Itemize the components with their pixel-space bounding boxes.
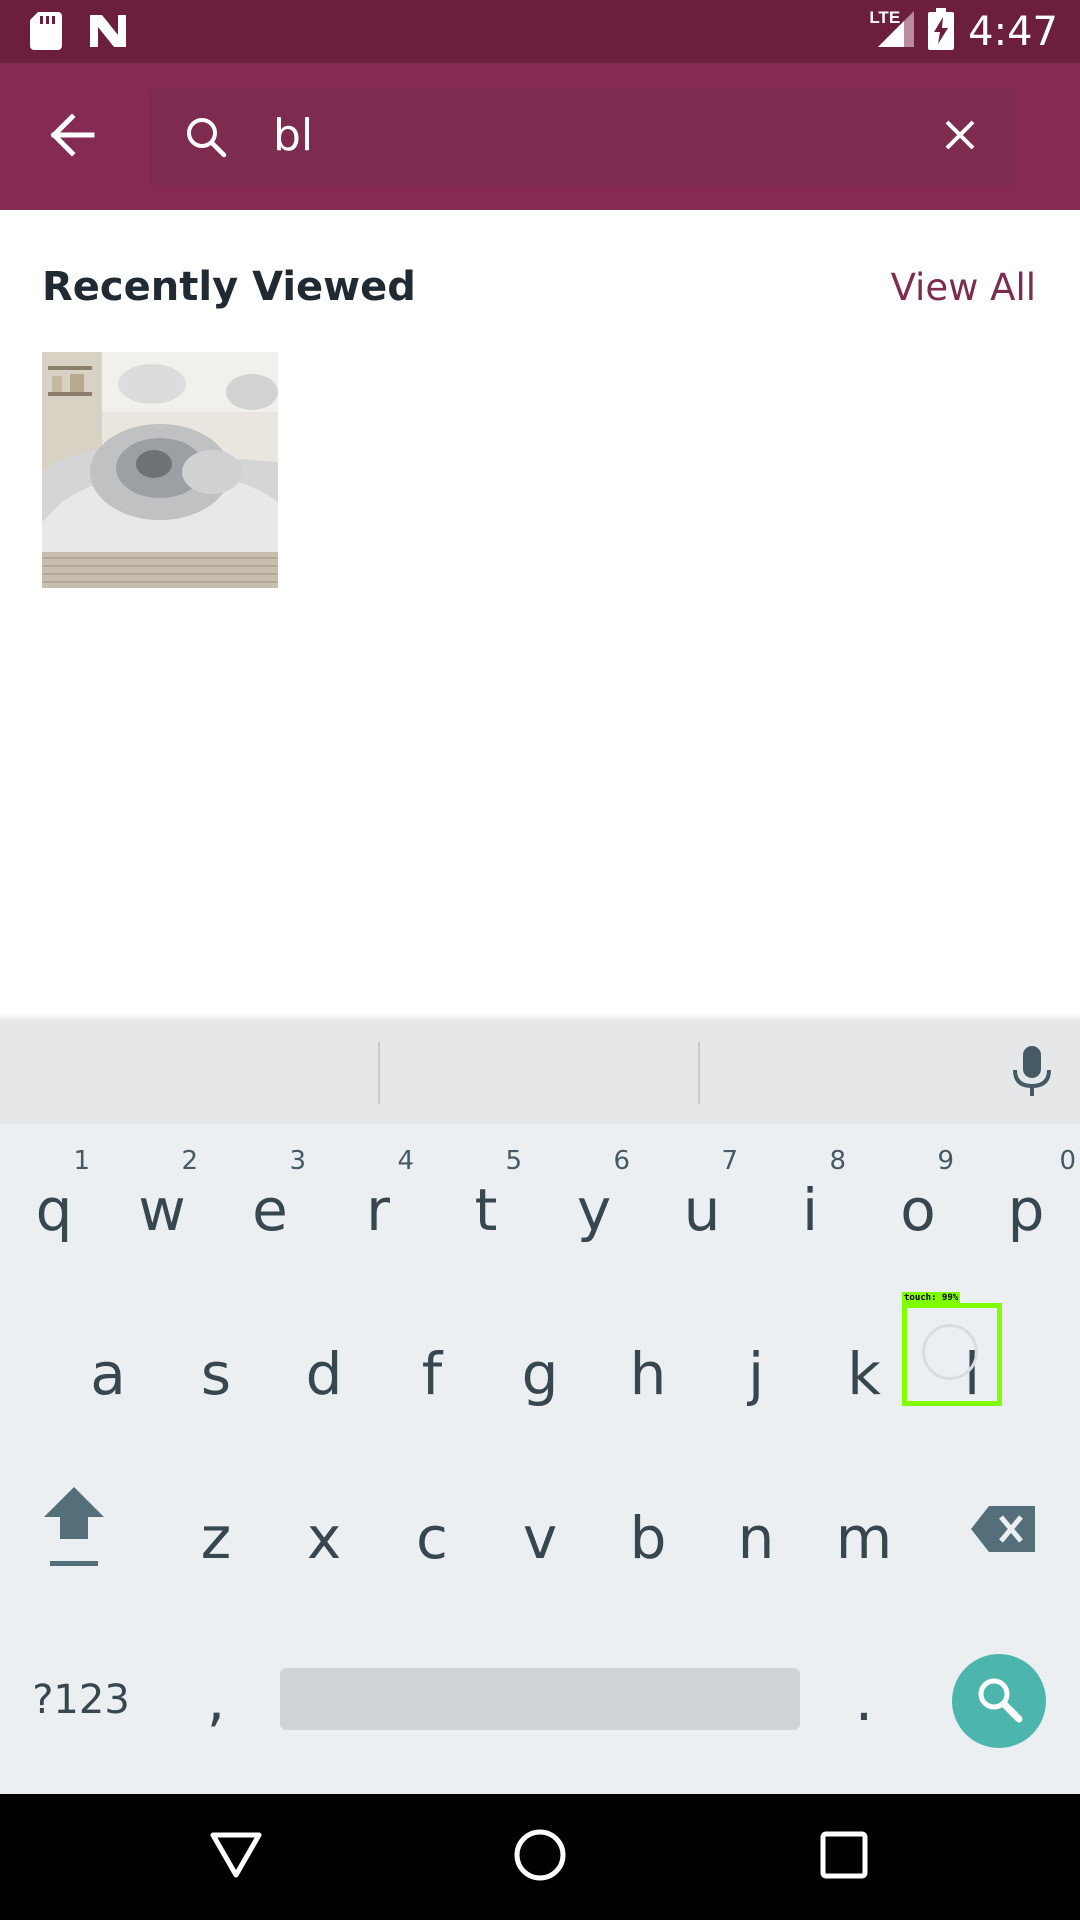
nav-recents-button[interactable] (814, 1827, 874, 1887)
key-e[interactable]: 3e (216, 1124, 324, 1284)
key-f[interactable]: f (378, 1288, 486, 1448)
key-s[interactable]: s (162, 1288, 270, 1448)
shift-key[interactable] (20, 1452, 128, 1612)
search-icon (185, 116, 227, 163)
search-toolbar: bl (0, 63, 1080, 210)
key-x[interactable]: x (270, 1452, 378, 1612)
sd-card-icon (30, 12, 62, 55)
key-a[interactable]: a (54, 1288, 162, 1448)
suggestion-strip (0, 1020, 1080, 1124)
key-p[interactable]: 0p (972, 1124, 1080, 1284)
key-i[interactable]: 8i (756, 1124, 864, 1284)
shift-icon (42, 1481, 106, 1583)
key-b[interactable]: b (594, 1452, 702, 1612)
triangle-back-icon (210, 1832, 262, 1883)
key-n[interactable]: n (702, 1452, 810, 1612)
clock: 4:47 (968, 8, 1058, 55)
clear-search-button[interactable] (935, 112, 985, 162)
key-y[interactable]: 6y (540, 1124, 648, 1284)
search-box[interactable]: bl (149, 88, 1015, 185)
key-q[interactable]: 1q (0, 1124, 108, 1284)
navigation-bar (0, 1794, 1080, 1920)
key-z[interactable]: z (162, 1452, 270, 1612)
touch-highlight-box (902, 1303, 1002, 1406)
network-type: LTE (869, 7, 901, 27)
search-action-key[interactable] (952, 1654, 1046, 1748)
search-input[interactable]: bl (273, 110, 313, 161)
recently-viewed-heading: Recently Viewed (42, 264, 416, 310)
key-u[interactable]: 7u (648, 1124, 756, 1284)
square-recents-icon (820, 1831, 868, 1884)
key-c[interactable]: c (378, 1452, 486, 1612)
key-r[interactable]: 4r (324, 1124, 432, 1284)
suggestion-divider (698, 1042, 700, 1104)
search-icon (975, 1675, 1023, 1728)
voice-input-button[interactable] (1004, 1044, 1060, 1104)
period-key[interactable]: . (810, 1614, 918, 1774)
keyboard: 1q 2w 3e 4r 5t 6y 7u 8i 9o 0p a s d f g … (0, 1124, 1080, 1794)
comma-key[interactable]: , (162, 1614, 270, 1774)
key-t[interactable]: 5t (432, 1124, 540, 1284)
key-d[interactable]: d (270, 1288, 378, 1448)
nav-home-button[interactable] (510, 1827, 570, 1887)
n-notification-icon (88, 13, 128, 54)
microphone-icon (1012, 1045, 1052, 1103)
backspace-key[interactable] (950, 1452, 1058, 1612)
nav-back-button[interactable] (206, 1827, 266, 1887)
suggestion-divider (378, 1042, 380, 1104)
back-button[interactable] (36, 101, 108, 173)
key-j[interactable]: j (702, 1288, 810, 1448)
circle-home-icon (513, 1828, 567, 1887)
key-v[interactable]: v (486, 1452, 594, 1612)
key-o[interactable]: 9o (864, 1124, 972, 1284)
battery-charging-icon (928, 8, 955, 55)
arrow-left-icon (48, 112, 96, 162)
key-m[interactable]: m (810, 1452, 918, 1612)
key-w[interactable]: 2w (108, 1124, 216, 1284)
view-all-link[interactable]: View All (891, 266, 1036, 309)
recently-viewed-product-thumbnail[interactable] (42, 352, 278, 588)
key-g[interactable]: g (486, 1288, 594, 1448)
backspace-icon (971, 1498, 1037, 1566)
key-h[interactable]: h (594, 1288, 702, 1448)
space-key[interactable] (280, 1668, 800, 1730)
close-icon (944, 119, 976, 156)
status-bar: LTE 4:47 (0, 0, 1080, 63)
touch-label: touch: 99% (902, 1292, 961, 1304)
symbols-key[interactable]: ?123 (26, 1614, 136, 1774)
